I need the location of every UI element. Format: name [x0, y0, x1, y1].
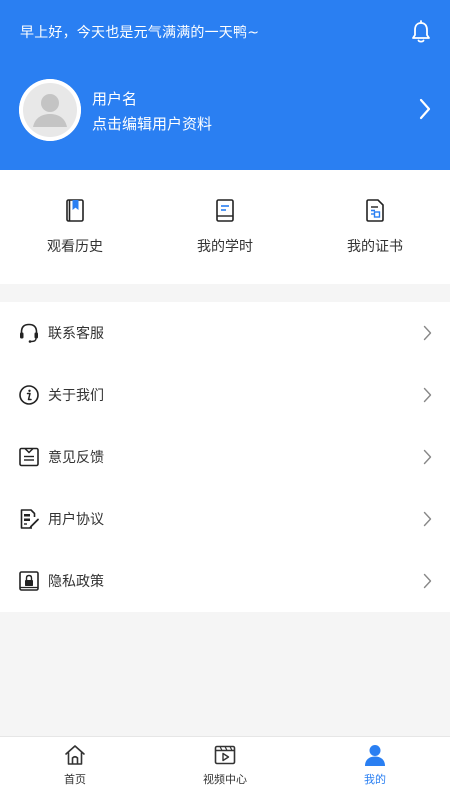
menu-item-user-agreement[interactable]: 用户协议	[0, 488, 450, 550]
settings-menu: 联系客服 关于我们 意见反馈 用户协议 隐私政策	[0, 302, 450, 612]
tab-label: 视频中心	[203, 773, 247, 786]
menu-label: 关于我们	[48, 388, 104, 404]
quick-item-certificate[interactable]: 我的证书	[300, 170, 450, 284]
profile-header: 早上好，今天也是元气满满的一天鸭~ 用户名 点击编辑用户资料	[0, 0, 450, 170]
chevron-right-icon	[423, 573, 432, 589]
info-icon	[19, 385, 39, 405]
menu-item-about-us[interactable]: 关于我们	[0, 364, 450, 426]
quick-label: 我的学时	[197, 239, 253, 255]
quick-label: 观看历史	[47, 239, 103, 255]
feedback-icon	[19, 447, 39, 467]
privacy-lock-icon	[19, 571, 39, 591]
menu-label: 联系客服	[48, 326, 104, 342]
chevron-right-icon[interactable]	[418, 97, 432, 121]
home-icon	[65, 745, 85, 765]
tab-label: 我的	[364, 773, 386, 786]
bottom-tab-bar: 首页 视频中心 我的	[0, 736, 450, 800]
chevron-right-icon	[423, 325, 432, 341]
tab-mine[interactable]: 我的	[300, 737, 450, 800]
document-icon	[216, 199, 234, 222]
profile-page: 早上好，今天也是元气满满的一天鸭~ 用户名 点击编辑用户资料 观看历史 我的学时…	[0, 0, 450, 800]
agreement-icon	[20, 509, 39, 529]
bell-icon[interactable]	[410, 20, 432, 44]
menu-label: 隐私政策	[48, 574, 104, 590]
quick-item-study-hours[interactable]: 我的学时	[150, 170, 300, 284]
default-avatar-icon	[19, 79, 81, 141]
chevron-right-icon	[423, 387, 432, 403]
headset-icon	[20, 323, 38, 343]
tab-video-center[interactable]: 视频中心	[150, 737, 300, 800]
menu-item-feedback[interactable]: 意见反馈	[0, 426, 450, 488]
tab-label: 首页	[64, 773, 86, 786]
certificate-icon	[366, 199, 384, 222]
chevron-right-icon	[423, 511, 432, 527]
video-icon	[214, 745, 236, 765]
quick-label: 我的证书	[347, 239, 403, 255]
edit-profile-hint[interactable]: 点击编辑用户资料	[92, 113, 212, 134]
username-text[interactable]: 用户名	[92, 88, 137, 109]
avatar[interactable]	[19, 79, 81, 141]
quick-item-history[interactable]: 观看历史	[0, 170, 150, 284]
menu-label: 意见反馈	[48, 450, 104, 466]
menu-item-privacy-policy[interactable]: 隐私政策	[0, 550, 450, 612]
menu-label: 用户协议	[48, 512, 104, 528]
menu-item-customer-service[interactable]: 联系客服	[0, 302, 450, 364]
quick-actions: 观看历史 我的学时 我的证书	[0, 170, 450, 284]
chevron-right-icon	[423, 449, 432, 465]
user-icon	[365, 745, 385, 766]
greeting-text: 早上好，今天也是元气满满的一天鸭~	[20, 25, 260, 41]
tab-home[interactable]: 首页	[0, 737, 150, 800]
bookmark-book-icon	[66, 199, 84, 222]
